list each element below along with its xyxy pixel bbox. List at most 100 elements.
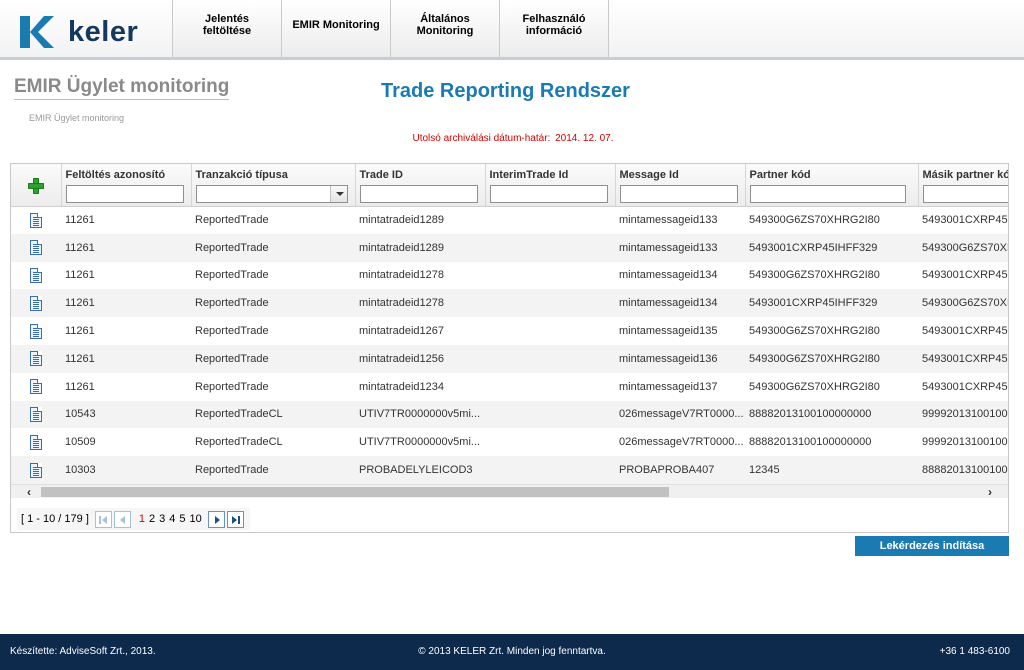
document-icon[interactable] [30,379,42,395]
header-divider [0,57,1024,60]
table-cell: mintatradeid1278 [359,269,445,282]
nav-jelentes-feltoltese[interactable]: Jelentés feltöltése [172,0,282,60]
table-cell: 5493001CXRP45IHFF329 [749,297,878,310]
table-row[interactable]: 10543 ReportedTradeCL UTIV7TR0000000v5mi..… [11,400,1008,429]
table-cell: 11261 [65,325,95,338]
table-cell: mintatradeid1234 [359,380,445,393]
document-icon[interactable] [30,323,42,339]
table-row[interactable]: 11261 ReportedTrade mintatradeid1278 mintam… [11,262,1008,290]
first-page-icon[interactable] [94,510,112,528]
nav-label: Jelentés feltöltése [202,12,252,37]
table-cell: 11261 [65,241,95,254]
main-nav: Jelentés feltöltése EMIR Monitoring Álta… [172,0,609,60]
table-row[interactable]: 10303 ReportedTrade PROBADELYLEICOD3 PROBAP… [11,456,1008,484]
prev-page-icon[interactable] [113,510,131,528]
row-action-cell [11,428,61,456]
table-cell: 549300G6ZS70XHRG2I80 [749,214,880,227]
document-icon[interactable] [30,267,42,283]
nav-label: EMIR Monitoring [292,18,380,31]
start-query-button[interactable]: Lekérdezés indítása [855,536,1009,556]
chevron-down-icon[interactable] [329,186,347,202]
nav-label: Felhasználó információ [522,12,586,37]
horizontal-scrollbar[interactable]: ‹ › [11,484,1008,499]
page-number[interactable]: 5 [179,513,185,525]
nav-altalanos-monitoring[interactable]: Általános Monitoring [390,0,500,60]
table-cell: mintatradeid1256 [359,352,445,365]
document-icon[interactable] [30,240,42,256]
table-cell: ReportedTradeCL [195,408,283,421]
keler-logo[interactable]: keler [16,12,146,52]
page-number[interactable]: 3 [159,513,165,525]
document-icon[interactable] [30,462,42,478]
table-cell: mintamessageid134 [619,269,718,282]
document-icon[interactable] [30,406,42,422]
add-column [11,164,62,207]
table-cell: ReportedTrade [195,269,269,282]
nav-felhasznalo-informacio[interactable]: Felhasználó információ [499,0,609,60]
column-label: Másik partner kód [922,169,1009,181]
filter-trade-id[interactable] [359,185,478,203]
table-cell: ReportedTrade [195,241,269,254]
table-cell: 549300G6ZS70XHRG2I80 [749,269,880,282]
col-message-id[interactable]: Message Id [615,164,746,207]
row-action-cell [11,317,61,345]
table-cell: 11261 [65,352,95,365]
table-cell: 5493001CXRP45IHFF329 [922,325,1008,338]
table-cell: ReportedTrade [195,297,269,310]
table-cell: 549300G6ZS70XHRG2I80 [749,352,880,365]
brand-name: keler [68,16,139,48]
table-cell: ReportedTrade [195,380,269,393]
table-cell: 88882013100100000000 [749,436,872,449]
filter-masik-partner-kod[interactable] [922,185,1008,203]
nav-emir-monitoring[interactable]: EMIR Monitoring [281,0,391,60]
filter-feltoltes-azonosito[interactable] [65,185,184,203]
table-row[interactable]: 10509 ReportedTradeCL UTIV7TR0000000v5mi..… [11,428,1008,456]
col-feltoltes-azonosito[interactable]: Feltöltés azonosító [61,164,192,207]
table-cell: mintamessageid136 [619,352,718,365]
archive-notice: Utolsó archiválási dátum-határ: 2014. 12… [0,133,1024,144]
table-cell: UTIV7TR0000000v5mi... [359,408,481,421]
filter-interimtrade-id[interactable] [489,185,608,203]
page-number[interactable]: 1 [139,513,145,525]
table-row[interactable]: 11261 ReportedTrade mintatradeid1278 mintam… [11,289,1008,318]
table-cell: mintatradeid1267 [359,325,445,338]
column-label: Message Id [619,169,679,181]
filter-tranzakcio-tipusa[interactable] [195,185,348,203]
document-icon[interactable] [30,351,42,367]
table-cell: 10543 [65,408,96,421]
document-icon[interactable] [30,434,42,450]
table-cell: 99992013100100000000 [922,436,1008,449]
document-icon[interactable] [30,295,42,311]
archive-label: Utolsó archiválási dátum-határ: [412,133,551,144]
document-icon[interactable] [30,212,42,228]
add-plus-icon[interactable] [27,177,45,195]
table-cell: mintamessageid133 [619,214,718,227]
scroll-right-icon[interactable]: › [982,485,998,499]
column-label: Trade ID [359,169,403,181]
col-trade-id[interactable]: Trade ID [355,164,486,207]
page-number[interactable]: 10 [190,513,202,525]
table-row[interactable]: 11261 ReportedTrade mintatradeid1256 mintam… [11,344,1008,373]
filter-partner-kod[interactable] [749,185,906,203]
last-page-icon[interactable] [226,510,244,528]
table-row[interactable]: 11261 ReportedTrade mintatradeid1234 mintam… [11,373,1008,401]
table-cell: ReportedTrade [195,464,269,477]
table-row[interactable]: 11261 ReportedTrade mintatradeid1267 mintam… [11,317,1008,345]
scrollbar-thumb[interactable] [41,487,669,497]
table-cell [485,289,615,317]
col-tranzakcio-tipusa[interactable]: Tranzakció típusa [191,164,356,207]
page-number[interactable]: 4 [169,513,175,525]
column-label: InterimTrade Id [489,169,569,181]
table-cell: 11261 [65,380,95,393]
table-row[interactable]: 11261 ReportedTrade mintatradeid1289 mintam… [11,206,1008,234]
table-cell: PROBADELYLEICOD3 [359,464,473,477]
next-page-icon[interactable] [207,510,225,528]
filter-message-id[interactable] [619,185,738,203]
page-number[interactable]: 2 [149,513,155,525]
table-row[interactable]: 11261 ReportedTrade mintatradeid1289 mintam… [11,233,1008,262]
col-partner-kod[interactable]: Partner kód [745,164,919,207]
breadcrumb: EMIR Ügylet monitoring [29,113,125,123]
col-masik-partner-kod[interactable]: Másik partner kód [918,164,1009,207]
scroll-left-icon[interactable]: ‹ [21,485,37,499]
col-interimtrade-id[interactable]: InterimTrade Id [485,164,616,207]
